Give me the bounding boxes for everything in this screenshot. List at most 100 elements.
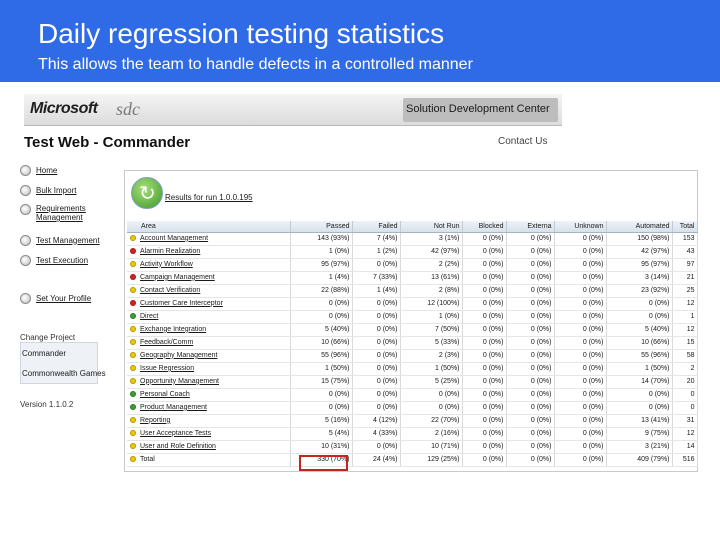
area-link[interactable]: Issue Regression <box>140 365 194 372</box>
project-item-commander[interactable]: Commander <box>22 349 66 358</box>
cell-total: 25 <box>672 284 698 298</box>
table-row: Activity Workflow 95 (97%) 0 (0%) 2 (2%) 0 (… <box>127 258 698 272</box>
area-link[interactable]: Opportunity Management <box>140 378 219 385</box>
area-link[interactable]: Alarmin Realization <box>140 248 200 255</box>
results-table-body: Account Management 143 (93%) 7 (4%) 3 (1%) 0… <box>127 232 698 467</box>
cell-automated: 95 (97%) <box>606 258 673 272</box>
sidebar-item-test-management[interactable]: Test Management <box>20 232 116 248</box>
cell-total: 0 <box>672 401 698 415</box>
area-link[interactable]: Campaign Management <box>140 274 215 281</box>
area-link[interactable]: Feedback/Comm <box>140 339 193 346</box>
cell-failed: 1 (2%) <box>352 245 401 259</box>
column-header-passed[interactable]: Passed <box>290 221 353 233</box>
cell-blocked: 0 (0%) <box>462 336 507 350</box>
column-header-external[interactable]: Externa <box>506 221 555 233</box>
cell-external: 0 (0%) <box>506 336 555 350</box>
cell-blocked: 0 (0%) <box>462 388 507 402</box>
status-dot-icon <box>130 326 136 333</box>
project-item-commonwealth-games[interactable]: Commonwealth Games <box>22 369 106 378</box>
cell-notrun: 2 (16%) <box>400 427 463 441</box>
cell-failed: 24 (4%) <box>352 452 401 467</box>
column-header-total[interactable]: Total <box>672 221 698 233</box>
area-link[interactable]: Exchange Integration <box>140 326 206 333</box>
area-cell: Campaign Management <box>127 271 291 285</box>
table-row: Product Management 0 (0%) 0 (0%) 0 (0%) 0 (0… <box>127 401 698 415</box>
home-icon <box>20 164 31 176</box>
cell-passed: 5 (4%) <box>290 427 353 441</box>
area-link[interactable]: Geography Management <box>140 352 217 359</box>
cell-notrun: 0 (0%) <box>400 388 463 402</box>
column-header-failed[interactable]: Failed <box>352 221 401 233</box>
area-cell: Total <box>127 452 291 467</box>
column-header-not-run[interactable]: Not Run <box>400 221 463 233</box>
cell-automated: 5 (40%) <box>606 323 673 337</box>
area-cell: Product Management <box>127 401 291 415</box>
area-link[interactable]: Account Management <box>140 235 208 242</box>
column-header-blocked[interactable]: Blocked <box>462 221 507 233</box>
cell-external: 0 (0%) <box>506 245 555 259</box>
cell-automated: 3 (21%) <box>606 440 673 454</box>
test-execution-icon <box>20 254 31 266</box>
sidebar-item-bulk-import[interactable]: Bulk Import <box>20 182 116 198</box>
area-cell: Opportunity Management <box>127 375 291 389</box>
cell-failed: 0 (0%) <box>352 258 401 272</box>
status-dot-icon <box>130 352 136 359</box>
cell-external: 0 (0%) <box>506 414 555 428</box>
sidebar-item-home[interactable]: Home <box>20 162 116 178</box>
area-link[interactable]: Customer Care Interceptor <box>140 300 223 307</box>
area-cell: Issue Regression <box>127 362 291 376</box>
cell-unknown: 0 (0%) <box>554 427 607 441</box>
cell-notrun: 2 (3%) <box>400 349 463 363</box>
status-dot-icon <box>130 235 136 242</box>
table-row: Contact Verification 22 (88%) 1 (4%) 2 (8%)… <box>127 284 698 298</box>
status-dot-icon <box>130 365 136 372</box>
cell-automated: 42 (97%) <box>606 245 673 259</box>
area-cell: Alarmin Realization <box>127 245 291 259</box>
area-link[interactable]: Contact Verification <box>140 287 200 294</box>
area-link[interactable]: Direct <box>140 313 158 320</box>
sidebar-item-test-execution[interactable]: Test Execution <box>20 252 116 268</box>
cell-blocked: 0 (0%) <box>462 258 507 272</box>
cell-unknown: 0 (0%) <box>554 401 607 415</box>
cell-blocked: 0 (0%) <box>462 440 507 454</box>
column-header-automated[interactable]: Automated <box>606 221 673 233</box>
cell-failed: 0 (0%) <box>352 375 401 389</box>
cell-notrun: 5 (25%) <box>400 375 463 389</box>
column-header-unknown[interactable]: Unknown <box>554 221 607 233</box>
sidebar-item-label: Home <box>36 165 58 175</box>
cell-total: 516 <box>672 452 698 467</box>
table-row: Account Management 143 (93%) 7 (4%) 3 (1%) 0… <box>127 232 698 246</box>
cell-failed: 0 (0%) <box>352 440 401 454</box>
area-cell: Exchange Integration <box>127 323 291 337</box>
sidebar-item-label: Bulk Import <box>36 185 77 195</box>
area-cell: Contact Verification <box>127 284 291 298</box>
results-run-link[interactable]: Results for run 1.0.0.195 <box>165 193 253 202</box>
cell-passed: 95 (97%) <box>290 258 353 272</box>
cell-passed: 0 (0%) <box>290 297 353 311</box>
slide-header: Daily regression testing statistics This… <box>0 0 720 82</box>
status-dot-icon <box>130 391 136 398</box>
sidebar-item-profile[interactable]: Set Your Profile <box>20 290 116 306</box>
area-link[interactable]: Reporting <box>140 417 170 424</box>
status-dot-icon <box>130 313 136 320</box>
cell-external: 0 (0%) <box>506 440 555 454</box>
cell-total: 153 <box>672 232 698 246</box>
area-link[interactable]: Product Management <box>140 404 207 411</box>
cell-total: 31 <box>672 414 698 428</box>
status-dot-icon <box>130 430 136 437</box>
contact-us-link[interactable]: Contact Us <box>498 136 547 147</box>
cell-external: 0 (0%) <box>506 232 555 246</box>
cell-total: 15 <box>672 336 698 350</box>
cell-automated: 0 (0%) <box>606 401 673 415</box>
sidebar-item-requirements[interactable]: Requirements Management <box>20 204 116 226</box>
cell-failed: 4 (33%) <box>352 427 401 441</box>
status-dot-icon <box>130 443 136 450</box>
area-link[interactable]: User Acceptance Tests <box>140 430 211 437</box>
area-cell: User and Role Definition <box>127 440 291 454</box>
cell-total: 12 <box>672 297 698 311</box>
area-link[interactable]: User and Role Definition <box>140 443 216 450</box>
refresh-icon[interactable] <box>131 177 163 209</box>
area-link[interactable]: Personal Coach <box>140 391 190 398</box>
column-header-area[interactable]: Area <box>127 221 291 233</box>
area-link[interactable]: Activity Workflow <box>140 261 193 268</box>
